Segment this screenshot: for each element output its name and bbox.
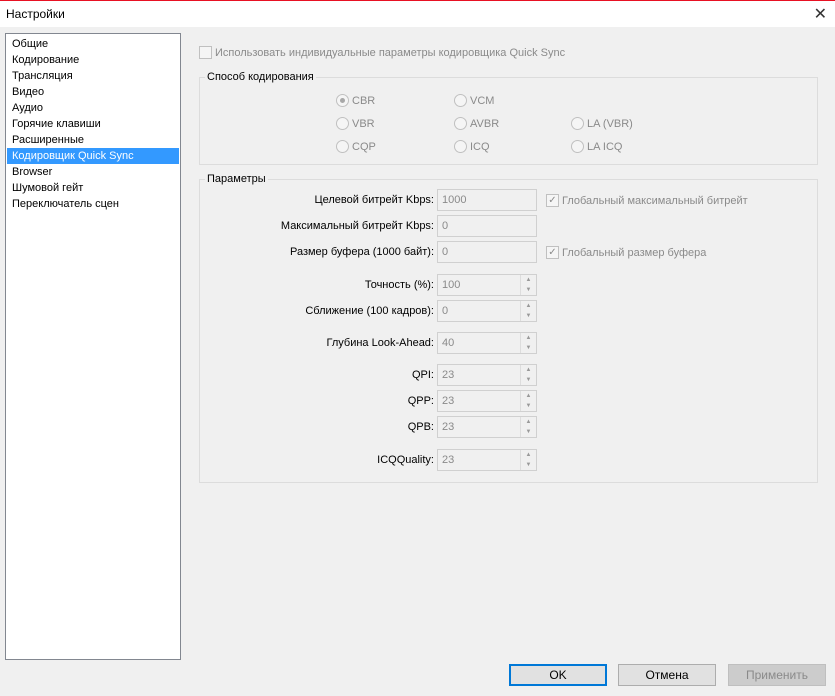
spin-arrows-icon[interactable]: ▲ ▼: [520, 450, 536, 470]
radio-avbr[interactable]: AVBR: [454, 117, 499, 130]
buffer-size-label: Размер буфера (1000 байт):: [289, 246, 434, 258]
radio-la-vbr[interactable]: LA (VBR): [571, 117, 633, 130]
sidebar-item-general[interactable]: Общие: [7, 36, 179, 52]
settings-category-list[interactable]: Общие Кодирование Трансляция Видео Аудио…: [5, 33, 181, 660]
qpp-spinbox[interactable]: 23 ▲ ▼: [437, 390, 537, 412]
spin-arrows-icon[interactable]: ▲ ▼: [520, 365, 536, 385]
encoding-method-group: [199, 77, 818, 165]
spinbox-value: 23: [442, 395, 455, 407]
qpb-label: QPB:: [407, 421, 434, 433]
sidebar-item-broadcast[interactable]: Трансляция: [7, 68, 179, 84]
convergence-label: Сближение (100 кадров):: [305, 305, 434, 317]
sidebar-item-encoding[interactable]: Кодирование: [7, 52, 179, 68]
radio-icon[interactable]: [454, 140, 467, 153]
radio-icon[interactable]: [571, 117, 584, 130]
radio-label: ICQ: [470, 140, 490, 153]
radio-label: CQP: [352, 140, 376, 153]
accuracy-spinbox[interactable]: 100 ▲ ▼: [437, 274, 537, 296]
spin-arrows-icon[interactable]: ▲ ▼: [520, 301, 536, 321]
qpi-spinbox[interactable]: 23 ▲ ▼: [437, 364, 537, 386]
radio-label: VBR: [352, 117, 375, 130]
radio-label: VCM: [470, 94, 495, 107]
window-title: Настройки: [6, 7, 65, 21]
sidebar-item-hotkeys[interactable]: Горячие клавиши: [7, 116, 179, 132]
lookahead-spinbox[interactable]: 40 ▲ ▼: [437, 332, 537, 354]
target-bitrate-label: Целевой битрейт Kbps:: [314, 194, 434, 206]
spinbox-value: 23: [442, 369, 455, 381]
sidebar-item-scene-switcher[interactable]: Переключатель сцен: [7, 196, 179, 212]
lookahead-label: Глубина Look-Ahead:: [326, 337, 434, 349]
radio-vbr[interactable]: VBR: [336, 117, 375, 130]
qpb-spinbox[interactable]: 23 ▲ ▼: [437, 416, 537, 438]
radio-label: AVBR: [470, 117, 500, 130]
sidebar-item-advanced[interactable]: Расширенные: [7, 132, 179, 148]
spinbox-value: 100: [442, 279, 461, 291]
sidebar-item-quicksync[interactable]: Кодировщик Quick Sync: [7, 148, 179, 164]
sidebar-item-audio[interactable]: Аудио: [7, 100, 179, 116]
icq-quality-spinbox[interactable]: 23 ▲ ▼: [437, 449, 537, 471]
checkbox-box[interactable]: ✓: [546, 194, 559, 207]
convergence-spinbox[interactable]: 0 ▲ ▼: [437, 300, 537, 322]
radio-la-icq[interactable]: LA ICQ: [571, 140, 622, 153]
radio-icon[interactable]: [454, 117, 467, 130]
spinbox-value: 23: [442, 421, 455, 433]
global-buffer-checkbox[interactable]: ✓ Глобальный размер буфера: [546, 246, 706, 259]
encoding-group-title: Способ кодирования: [205, 71, 316, 83]
spin-arrows-icon[interactable]: ▲ ▼: [520, 333, 536, 353]
checkbox-label: Глобальный размер буфера: [562, 246, 707, 259]
radio-label: CBR: [352, 94, 376, 107]
spinbox-value: 40: [442, 337, 455, 349]
qpi-label: QPI:: [411, 369, 434, 381]
spinbox-value: 0: [442, 305, 449, 317]
max-bitrate-label: Максимальный битрейт Kbps:: [280, 220, 434, 232]
spinbox-value: 23: [442, 454, 455, 466]
radio-vcm[interactable]: VCM: [454, 94, 494, 107]
spin-arrows-icon[interactable]: ▲ ▼: [520, 391, 536, 411]
close-icon[interactable]: ✕: [814, 4, 827, 24]
parameters-group-title: Параметры: [205, 173, 268, 185]
title-bar: Настройки ✕: [0, 0, 835, 27]
target-bitrate-input[interactable]: 1000: [437, 189, 537, 211]
radio-icon[interactable]: [336, 117, 349, 130]
apply-button[interactable]: Применить: [728, 664, 826, 686]
radio-label: LA (VBR): [587, 117, 633, 130]
radio-icon[interactable]: [454, 94, 467, 107]
checkbox-label: Глобальный максимальный битрейт: [562, 194, 748, 207]
radio-cbr[interactable]: CBR: [336, 94, 375, 107]
checkbox-box[interactable]: [199, 46, 212, 59]
use-custom-label: Использовать индивидуальные параметры ко…: [215, 46, 566, 59]
sidebar-item-video[interactable]: Видео: [7, 84, 179, 100]
ok-button[interactable]: OK: [509, 664, 607, 686]
spin-arrows-icon[interactable]: ▲ ▼: [520, 275, 536, 295]
use-custom-checkbox[interactable]: Использовать индивидуальные параметры ко…: [199, 46, 565, 59]
radio-icon[interactable]: [336, 94, 349, 107]
radio-icon[interactable]: [571, 140, 584, 153]
radio-icq[interactable]: ICQ: [454, 140, 490, 153]
spin-arrows-icon[interactable]: ▲ ▼: [520, 417, 536, 437]
sidebar-item-noise-gate[interactable]: Шумовой гейт: [7, 180, 179, 196]
sidebar-item-browser[interactable]: Browser: [7, 164, 179, 180]
cancel-button[interactable]: Отмена: [618, 664, 716, 686]
global-max-bitrate-checkbox[interactable]: ✓ Глобальный максимальный битрейт: [546, 194, 748, 207]
radio-label: LA ICQ: [587, 140, 623, 153]
radio-cqp[interactable]: CQP: [336, 140, 376, 153]
radio-icon[interactable]: [336, 140, 349, 153]
icq-quality-label: ICQQuality:: [377, 454, 434, 466]
accuracy-label: Точность (%):: [364, 279, 434, 291]
max-bitrate-input[interactable]: 0: [437, 215, 537, 237]
qpp-label: QPP:: [407, 395, 434, 407]
buffer-size-input[interactable]: 0: [437, 241, 537, 263]
checkbox-box[interactable]: ✓: [546, 246, 559, 259]
